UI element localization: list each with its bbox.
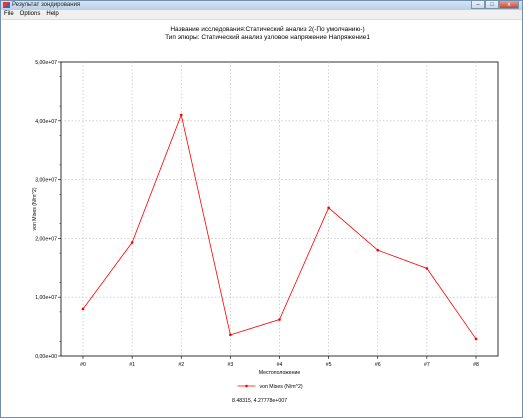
y-tick-label: 4,00e+07 [35,119,57,125]
y-axis-label: von Mises (N/m^2) [32,187,38,230]
close-button[interactable]: x [499,1,519,9]
chart-subtitle: Тип эпюры: Статический анализ узловое на… [165,33,370,41]
menu-help[interactable]: Help [43,10,61,19]
x-tick-label: #7 [424,362,430,368]
data-point[interactable] [278,318,281,321]
legend-marker [245,384,248,388]
title-bar[interactable]: Результат зондирования – □ x [1,1,522,10]
data-point[interactable] [327,206,330,210]
data-point[interactable] [474,337,478,341]
y-tick-label: 5,00e+07 [35,60,57,66]
x-tick-label: #3 [227,362,233,368]
data-point[interactable] [179,113,183,117]
y-tick-label: 2,00e+07 [35,236,57,242]
maximize-button[interactable]: □ [485,1,499,9]
data-point[interactable] [376,248,380,252]
data-point[interactable] [130,241,134,244]
y-tick-label: 0,00e+00 [35,354,57,360]
menu-bar: File Options Help [1,10,522,20]
x-tick-label: #2 [178,362,184,368]
chart-title: Название исследования:Статический анализ… [170,25,364,33]
y-tick-label: 3,00e+07 [35,178,57,184]
x-tick-label: #0 [80,362,86,368]
x-tick-label: #1 [129,362,135,368]
result-window: Результат зондирования – □ x File Option… [0,0,523,418]
app-icon [3,2,10,8]
chart-area: Название исследования:Статический анализ… [3,20,520,416]
coordinate-readout: 8.48315, 4.27778e+007 [232,398,287,404]
x-tick-label: #5 [326,362,332,368]
window-title: Результат зондирования [12,2,81,8]
data-point[interactable] [81,307,85,311]
data-point[interactable] [425,267,429,270]
x-tick-label: #4 [277,362,283,368]
y-tick-label: 1,00e+07 [35,295,57,301]
x-axis-label: Местоположение [259,370,301,376]
menu-options[interactable]: Options [17,10,44,19]
menu-file[interactable]: File [1,10,17,19]
minimize-button[interactable]: – [471,1,485,9]
line-chart[interactable]: Название исследования:Статический анализ… [3,20,520,416]
x-tick-label: #8 [473,362,479,368]
data-point[interactable] [229,333,232,337]
x-tick-label: #6 [375,362,381,368]
legend-label: von Mises (N/m^2) [260,384,303,390]
